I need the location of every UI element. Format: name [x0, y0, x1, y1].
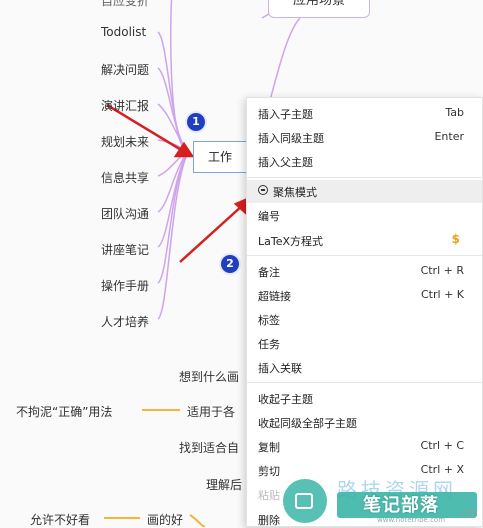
topic-lower-5a[interactable]: 允许不好看	[30, 511, 90, 528]
menu-label: 收起同级全部子主题	[258, 417, 357, 430]
menu-collapse-siblings[interactable]: 收起同级全部子主题	[247, 411, 482, 434]
menu-label: LaTeX方程式	[258, 235, 324, 248]
menu-divider	[247, 255, 482, 256]
menu-insert-parent[interactable]: 插入父主题	[247, 150, 482, 173]
watermark-logo-icon	[283, 479, 327, 523]
menu-copy[interactable]: 复制 Ctrl + C	[247, 435, 482, 458]
menu-tag[interactable]: 标签	[247, 308, 482, 331]
menu-label: 插入关联	[258, 362, 302, 375]
menu-label: 备注	[258, 266, 280, 279]
topic-lower-4[interactable]: 理解后	[206, 476, 242, 493]
branch-notes[interactable]: 讲座笔记	[101, 241, 149, 258]
topic-lower-5b[interactable]: 画的好	[147, 511, 183, 528]
menu-label: 插入子主题	[258, 108, 313, 121]
menu-focus-mode[interactable]: 聚焦模式	[247, 180, 482, 203]
menu-shortcut: Ctrl + R	[420, 264, 464, 277]
menu-shortcut: Enter	[434, 130, 464, 143]
menu-divider	[247, 177, 482, 178]
watermark-partial: cn	[462, 506, 477, 520]
watermark: 路技资源网 笔记部落 www.notetribe.com cn	[277, 476, 483, 527]
annotation-badge-2: 2	[221, 255, 239, 273]
menu-label: 任务	[258, 338, 280, 351]
branch-team[interactable]: 团队沟通	[101, 205, 149, 222]
menu-insert-sibling[interactable]: 插入同级主题 Enter	[247, 126, 482, 149]
menu-shortcut: Ctrl + C	[420, 439, 464, 452]
menu-label: 复制	[258, 441, 280, 454]
menu-label: 标签	[258, 314, 280, 327]
menu-shortcut: Tab	[445, 106, 464, 119]
watermark-url: www.notetribe.com	[377, 516, 446, 524]
branch-info-sharing[interactable]: 信息共享	[101, 169, 149, 186]
annotation-badge-1: 1	[187, 113, 205, 131]
topic-partial[interactable]: 自应变折	[101, 0, 149, 9]
menu-insert-child[interactable]: 插入子主题 Tab	[247, 102, 482, 125]
menu-label: 聚焦模式	[273, 186, 317, 199]
topic-lower-2b[interactable]: 适用于各	[187, 403, 235, 420]
topic-lower-2a[interactable]: 不拘泥“正确”用法	[16, 403, 112, 420]
topic-lower-1[interactable]: 想到什么画	[179, 368, 239, 385]
premium-icon: $	[451, 232, 460, 246]
branch-manual[interactable]: 操作手册	[101, 277, 149, 294]
branch-talent[interactable]: 人才培养	[101, 313, 149, 330]
branch-planning[interactable]: 规划未来	[101, 133, 149, 150]
watermark-text: 笔记部落	[363, 495, 439, 516]
topic-lower-3[interactable]: 找到适合自	[179, 439, 239, 456]
branch-solve[interactable]: 解决问题	[101, 61, 149, 78]
branch-todolist[interactable]: Todolist	[101, 25, 146, 39]
menu-label: 插入同级主题	[258, 132, 324, 145]
menu-numbering[interactable]: 编号	[247, 204, 482, 227]
branch-presentation[interactable]: 演讲汇报	[101, 97, 149, 114]
menu-label: 收起子主题	[258, 393, 313, 406]
menu-insert-relation[interactable]: 插入关联	[247, 356, 482, 379]
menu-task[interactable]: 任务	[247, 332, 482, 355]
topic-work-selected[interactable]: 工作	[193, 141, 251, 173]
menu-latex[interactable]: LaTeX方程式 $	[247, 229, 482, 252]
menu-label: 插入父主题	[258, 156, 313, 169]
menu-label: 超链接	[258, 290, 291, 303]
menu-shortcut: Ctrl + K	[421, 288, 464, 301]
context-menu: 插入子主题 Tab 插入同级主题 Enter 插入父主题 聚焦模式 编号 LaT…	[246, 97, 483, 527]
topic-top[interactable]: 应用场景	[268, 0, 370, 18]
menu-collapse-children[interactable]: 收起子主题	[247, 387, 482, 410]
menu-note[interactable]: 备注 Ctrl + R	[247, 260, 482, 283]
menu-hyperlink[interactable]: 超链接 Ctrl + K	[247, 284, 482, 307]
menu-divider	[247, 382, 482, 383]
menu-label: 编号	[258, 210, 280, 223]
focus-icon	[258, 185, 268, 195]
